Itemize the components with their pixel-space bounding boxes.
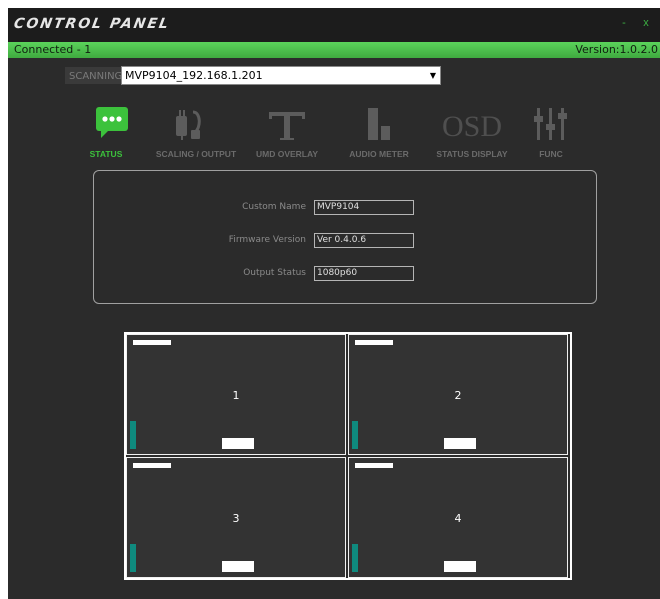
connection-status: Connected - 1 [14,43,92,56]
version-label: Version:1.0.2.0 [575,43,658,56]
audio-meter-bar [130,421,136,449]
umd-label-bar [355,340,393,345]
osd-bar [444,561,476,572]
device-select-value: MVP9104_192.168.1.201 [125,69,263,82]
app-window: CONTROL PANEL - x Connected - 1 Version:… [8,8,660,599]
window-number: 3 [232,512,240,525]
tab-umd-overlay[interactable]: UMD OVERLAY [252,102,322,164]
tab-scaling-output-label: SCALING / OUTPUT [155,149,237,159]
osd-icon-text: OSD [442,110,502,143]
scanning-button[interactable]: SCANNING [64,66,128,85]
umd-label-bar [133,463,171,468]
close-button[interactable]: x [636,14,656,32]
window-number: 2 [454,389,462,402]
osd-bar [444,438,476,449]
status-bar: Connected - 1 Version:1.0.2.0 [8,42,660,58]
window-2[interactable]: 2 [348,334,568,455]
firmware-version-field: Ver 0.4.0.6 [314,233,414,248]
tab-status[interactable]: STATUS [81,102,131,164]
status-info-panel: Custom Name MVP9104 Firmware Version Ver… [93,170,597,304]
output-status-label: Output Status [243,268,306,278]
dropdown-arrow-icon: ▼ [429,71,436,80]
custom-name-label: Custom Name [242,202,306,212]
sliders-icon [534,108,567,140]
window-4[interactable]: 4 [348,457,568,578]
umd-label-bar [355,463,393,468]
audio-meter-bar [130,544,136,572]
tab-status-display[interactable]: OSD STATUS DISPLAY [428,102,516,164]
text-t-icon [269,112,305,140]
chat-bubble-icon [96,107,128,138]
multiview-layout: 1 2 3 4 [124,332,572,580]
tab-status-display-label: STATUS DISPLAY [436,149,508,159]
plug-icon [176,110,201,140]
firmware-version-label: Firmware Version [228,235,306,245]
custom-name-field[interactable]: MVP9104 [314,200,414,215]
window-3[interactable]: 3 [126,457,346,578]
osd-icon: OSD [442,110,502,143]
tab-status-label: STATUS [89,149,123,159]
osd-bar [222,561,254,572]
app-title: CONTROL PANEL [12,16,172,32]
tab-audio-meter[interactable]: AUDIO METER [344,102,414,164]
audio-meter-bar [352,421,358,449]
bar-meter-icon [368,108,390,140]
window-number: 1 [232,389,240,402]
window-number: 4 [454,512,462,525]
minimize-button[interactable]: - [614,14,634,32]
umd-label-bar [133,340,171,345]
tab-func-label: FUNC [539,149,563,159]
tab-umd-overlay-label: UMD OVERLAY [255,149,319,159]
audio-meter-bar [352,544,358,572]
title-bar: CONTROL PANEL - x [8,8,660,42]
osd-bar [222,438,254,449]
window-1[interactable]: 1 [126,334,346,455]
output-status-field: 1080p60 [314,266,414,281]
tab-scaling-output[interactable]: SCALING / OUTPUT [151,102,241,164]
tab-audio-meter-label: AUDIO METER [349,149,409,159]
tab-func[interactable]: FUNC [526,102,576,164]
device-select[interactable]: MVP9104_192.168.1.201 ▼ [121,66,441,85]
